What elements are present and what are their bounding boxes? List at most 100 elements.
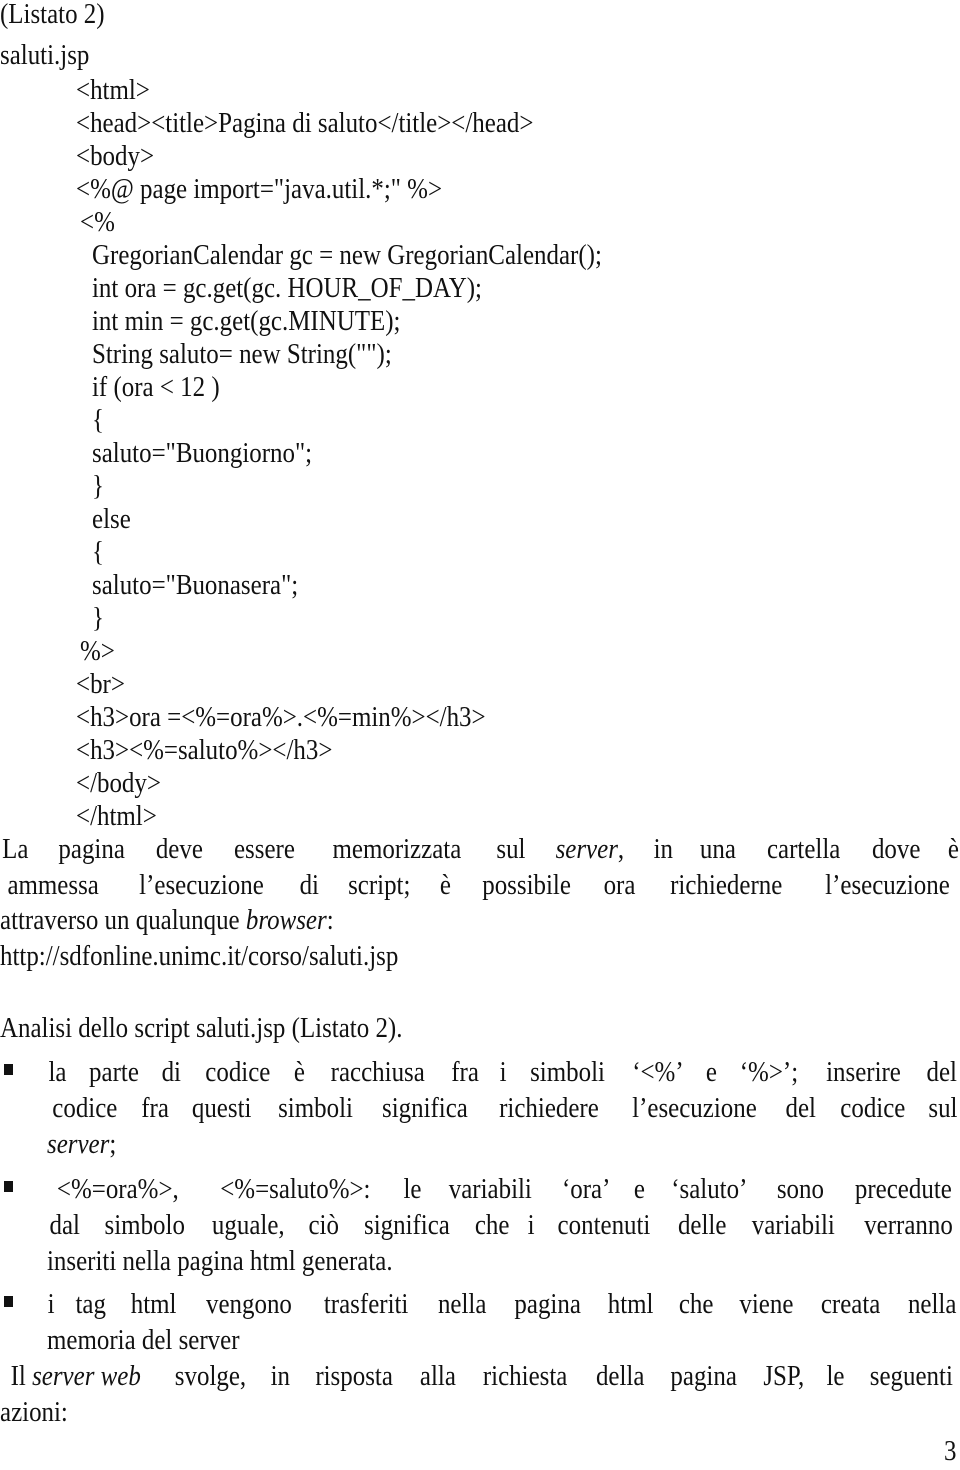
code-line: <% xyxy=(80,206,115,238)
word: richiedere xyxy=(498,1092,599,1124)
code-line: <h3><%=saluto%></h3> xyxy=(76,734,333,766)
justified-line: <%=ora%>, <%=saluto%>: le variabili ‘ora’ e ‘s… xyxy=(47,1172,960,1206)
word: questi xyxy=(191,1092,252,1124)
word: significa xyxy=(363,1209,450,1241)
word: nella xyxy=(437,1288,487,1320)
word: risposta xyxy=(315,1360,394,1392)
word: ciò xyxy=(308,1209,339,1241)
word: di xyxy=(161,1056,182,1088)
word: le xyxy=(826,1360,845,1392)
code-line: <br> xyxy=(76,668,125,700)
code-line: saluto="Buonasera"; xyxy=(92,569,299,601)
word: ammessa xyxy=(7,869,99,901)
word: l’esecuzione xyxy=(139,869,265,901)
page-number: 3 xyxy=(943,1435,956,1467)
paragraph-line: azioni: xyxy=(0,1396,68,1428)
word: La xyxy=(2,833,29,865)
paragraph-line: memoria del server xyxy=(47,1324,240,1356)
justified-line: ammessa l’esecuzione di script; è possibile or… xyxy=(0,868,960,902)
code-line: String saluto= new String(""); xyxy=(92,338,392,370)
word: nella xyxy=(907,1288,956,1320)
square-bullet-icon xyxy=(4,1064,13,1075)
word: vengono xyxy=(205,1288,292,1320)
justified-line: codice fra questi simboli significa richieder… xyxy=(47,1091,960,1125)
square-bullet-icon xyxy=(4,1296,13,1307)
word: del xyxy=(926,1056,958,1088)
word: richiederne xyxy=(670,869,783,901)
word: trasferiti xyxy=(324,1288,409,1320)
word: verranno xyxy=(864,1209,953,1241)
code-line: else xyxy=(92,503,131,535)
code-line: GregorianCalendar gc = new GregorianCale… xyxy=(92,239,602,271)
code-line: if (ora < 12 ) xyxy=(92,371,220,403)
word: richiesta xyxy=(482,1360,568,1392)
word: deve xyxy=(156,833,204,865)
word: dove xyxy=(872,833,921,865)
code-line: { xyxy=(92,404,104,436)
word: ora xyxy=(603,869,636,901)
word: seguenti xyxy=(870,1360,954,1392)
word: ‘%>’; xyxy=(739,1056,799,1088)
word: contenuti xyxy=(557,1209,651,1241)
word: ‘ora’ xyxy=(561,1173,611,1205)
word: del xyxy=(785,1092,817,1124)
code-line: <%@ page import="java.util.*;" %> xyxy=(76,173,443,205)
word: ‘saluto’ xyxy=(671,1173,748,1205)
filename-heading: saluti.jsp xyxy=(0,39,90,71)
word: variabili xyxy=(448,1173,532,1205)
word: simboli xyxy=(530,1056,605,1088)
word: essere xyxy=(234,833,296,865)
code-line: <head><title>Pagina di saluto</title></h… xyxy=(76,107,534,139)
word: codice xyxy=(52,1092,118,1124)
word: tag xyxy=(75,1288,107,1320)
word: e xyxy=(634,1173,646,1205)
code-line: %> xyxy=(80,635,115,667)
word: in xyxy=(653,833,674,865)
code-line: </body> xyxy=(76,767,161,799)
word: è xyxy=(439,869,451,901)
word: html xyxy=(131,1288,177,1320)
word: significa xyxy=(381,1092,468,1124)
word: sul xyxy=(496,833,526,865)
word: in xyxy=(270,1360,291,1392)
word: che xyxy=(678,1288,714,1320)
code-line: int ora = gc.get(gc. HOUR_OF_DAY); xyxy=(92,272,482,304)
code-line: } xyxy=(92,602,104,634)
analysis-heading: Analisi dello script saluti.jsp (Listato… xyxy=(0,1012,403,1044)
justified-line: Il server web svolge, in risposta alla richie… xyxy=(0,1359,960,1393)
code-line: <body> xyxy=(76,140,155,172)
word: i xyxy=(499,1056,507,1088)
square-bullet-icon xyxy=(4,1181,13,1192)
word: i xyxy=(527,1209,535,1241)
word: codice xyxy=(205,1056,271,1088)
paragraph-line: inseriti nella pagina html generata. xyxy=(47,1245,393,1277)
justified-line: La pagina deve essere memorizzata sul server, i… xyxy=(0,832,960,866)
word: una xyxy=(699,833,736,865)
word: i xyxy=(47,1288,55,1320)
word: html xyxy=(608,1288,654,1320)
word: è xyxy=(293,1056,305,1088)
code-line: } xyxy=(92,470,104,502)
word: ‘<%’ xyxy=(632,1056,684,1088)
word: simbolo xyxy=(104,1209,185,1241)
word: <%=saluto%>: xyxy=(220,1173,371,1205)
word: della xyxy=(595,1360,645,1392)
word: l’esecuzione xyxy=(632,1092,758,1124)
word: di xyxy=(299,869,319,901)
word: Il server web xyxy=(10,1360,141,1392)
word: pagina xyxy=(670,1360,738,1392)
word: e xyxy=(706,1056,718,1088)
word: svolge, xyxy=(174,1360,246,1392)
word: alla xyxy=(419,1360,456,1392)
italic-term: browser xyxy=(245,904,327,936)
justified-line: i tag html vengono trasferiti nella pagina html… xyxy=(47,1287,960,1321)
word: server, xyxy=(555,833,625,865)
url-link[interactable]: http://sdfonline.unimc.it/corso/saluti.j… xyxy=(0,939,398,973)
word: che xyxy=(474,1209,510,1241)
justified-line: la parte di codice è racchiusa fra i simboli ‘<%’… xyxy=(47,1055,960,1089)
word: l’esecuzione xyxy=(825,869,950,901)
word: la xyxy=(48,1056,67,1088)
listing-label: (Listato 2) xyxy=(0,0,105,30)
word: memorizzata xyxy=(332,833,462,865)
word: dal xyxy=(49,1209,80,1241)
